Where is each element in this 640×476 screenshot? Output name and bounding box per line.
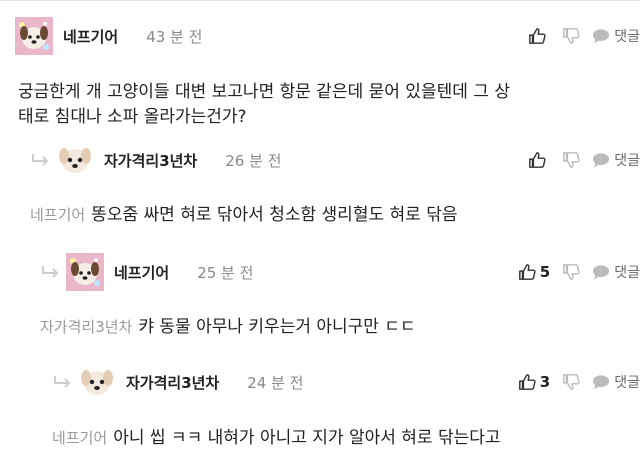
comment-text-line: 태로 침대나 소파 올라가는건가?: [18, 107, 247, 127]
like-button[interactable]: 3: [518, 373, 550, 391]
comment-actions: 댓글: [516, 14, 640, 58]
like-count: 5: [539, 263, 551, 281]
reply-mention[interactable]: 자가격리3년차: [40, 318, 132, 336]
like-count: 3: [539, 373, 551, 391]
speech-bubble-icon: [592, 28, 610, 44]
reply-mention[interactable]: 네프기어: [30, 206, 85, 224]
reply-arrow-icon: [52, 374, 72, 390]
comment-body: 자가격리3년차 캬 동물 아무나 키우는거 아니구만 ㄷㄷ: [40, 315, 416, 340]
reply-button[interactable]: 댓글: [592, 262, 640, 282]
speech-bubble-icon: [592, 152, 610, 168]
comment-nickname[interactable]: 자가격리3년차: [104, 150, 197, 171]
comment-nickname[interactable]: 네프기어: [114, 262, 169, 283]
thumbs-down-icon: [562, 373, 580, 391]
comment-time: 43 분 전: [146, 27, 203, 46]
reply-arrow-icon: [40, 264, 60, 280]
reply-button[interactable]: 댓글: [592, 372, 640, 392]
comment-header: 자가격리3년차 26 분 전: [30, 138, 281, 182]
like-button[interactable]: [528, 27, 550, 45]
speech-bubble-icon: [592, 264, 610, 280]
dislike-button[interactable]: [562, 263, 580, 281]
thumbs-down-icon: [562, 151, 580, 169]
comment-body: 네프기어 똥오줌 싸면 혀로 닦아서 청소함 생리혈도 혀로 닦음: [30, 203, 457, 228]
reply-arrow-icon: [30, 152, 50, 168]
reply-mention[interactable]: 네프기어: [52, 429, 107, 447]
top-divider: [0, 0, 640, 1]
comment-actions: 5 댓글: [506, 250, 640, 294]
comment-text-line: 아니 씹 ㅋㅋ 내혀가 아니고 지가 알아서 혀로 닦는다고: [113, 428, 501, 448]
dislike-button[interactable]: [562, 151, 580, 169]
comment-actions: 3 댓글: [506, 360, 640, 404]
comment-time: 25 분 전: [197, 263, 254, 282]
reply-button[interactable]: 댓글: [592, 150, 640, 170]
like-button[interactable]: [528, 151, 550, 169]
comment-actions: 댓글: [516, 138, 640, 182]
thumbs-down-icon: [562, 27, 580, 45]
white-puppy-avatar-icon[interactable]: [78, 363, 116, 401]
thumbs-up-icon: [528, 151, 546, 169]
pink-sparkle-dog-avatar-icon[interactable]: [15, 17, 53, 55]
comment-nickname[interactable]: 네프기어: [63, 26, 118, 47]
reply-label: 댓글: [614, 375, 640, 391]
white-puppy-avatar-icon[interactable]: [56, 141, 94, 179]
comment-header: 네프기어 43 분 전: [15, 14, 202, 58]
comment-body: 네프기어 아니 씹 ㅋㅋ 내혀가 아니고 지가 알아서 혀로 닦는다고: [52, 426, 501, 451]
pink-sparkle-dog-avatar-icon[interactable]: [66, 253, 104, 291]
reply-button[interactable]: 댓글: [592, 26, 640, 46]
reply-label: 댓글: [614, 265, 640, 281]
like-button[interactable]: 5: [518, 263, 550, 281]
thumbs-up-icon: [518, 263, 536, 281]
dislike-button[interactable]: [562, 373, 580, 391]
comment-body: 궁금한게 개 고양이들 대변 보고나면 항문 같은데 묻어 있을텐데 그 상 태…: [18, 80, 510, 130]
comment-nickname[interactable]: 자가격리3년차: [126, 372, 219, 393]
comment-text-line: 똥오줌 싸면 혀로 닦아서 청소함 생리혈도 혀로 닦음: [91, 205, 458, 225]
reply-label: 댓글: [614, 29, 640, 45]
comment-header: 자가격리3년차 24 분 전: [52, 360, 303, 404]
reply-label: 댓글: [614, 153, 640, 169]
thumbs-up-icon: [528, 27, 546, 45]
comment-text-line: 궁금한게 개 고양이들 대변 보고나면 항문 같은데 묻어 있을텐데 그 상: [18, 82, 510, 102]
dislike-button[interactable]: [562, 27, 580, 45]
comment-text-line: 캬 동물 아무나 키우는거 아니구만 ㄷㄷ: [138, 317, 416, 337]
comment-header: 네프기어 25 분 전: [40, 250, 253, 294]
speech-bubble-icon: [592, 374, 610, 390]
comment-time: 24 분 전: [247, 373, 304, 392]
thumbs-up-icon: [518, 373, 536, 391]
thumbs-down-icon: [562, 263, 580, 281]
comment-time: 26 분 전: [225, 151, 282, 170]
